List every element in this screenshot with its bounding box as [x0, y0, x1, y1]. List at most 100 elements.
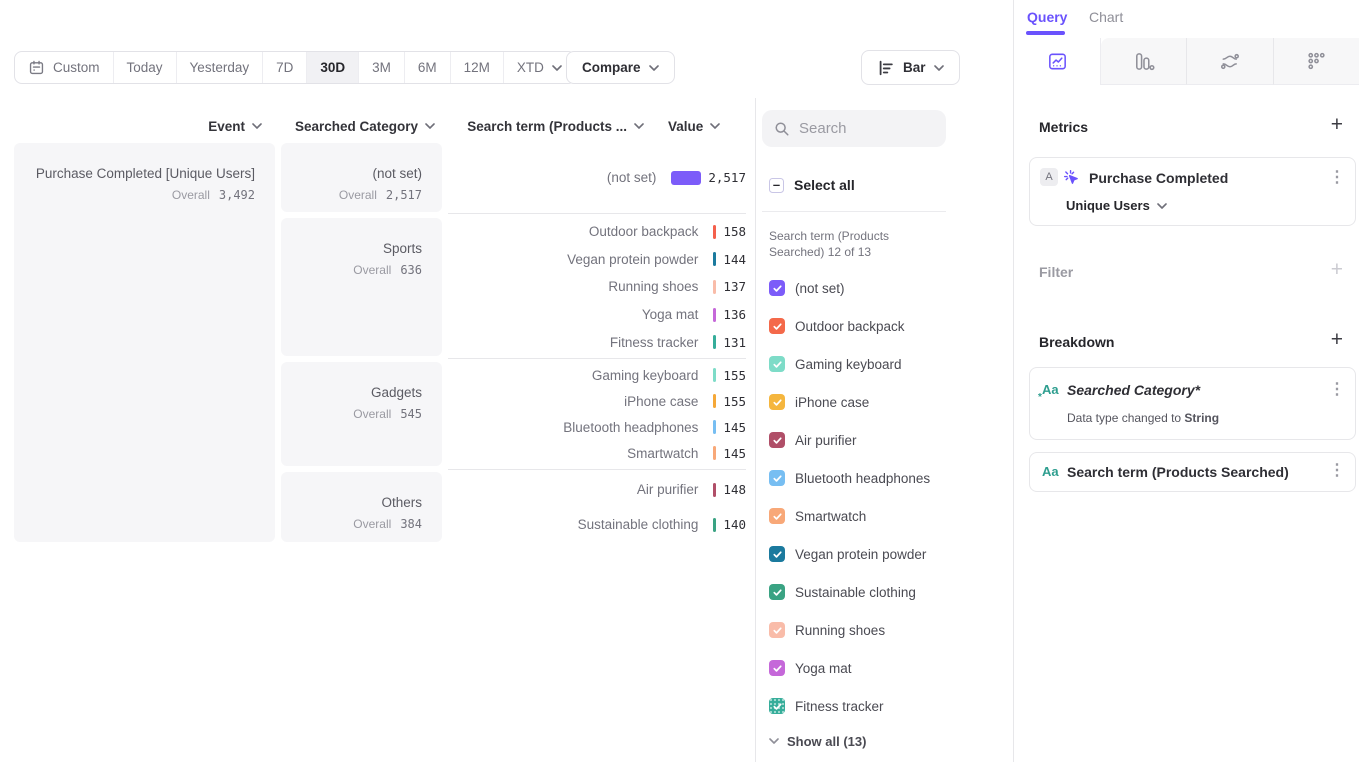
table-row[interactable]: Bluetooth headphones 145 — [448, 417, 746, 437]
search-term-label: Outdoor backpack — [448, 224, 713, 239]
table-row[interactable]: Smartwatch 145 — [448, 443, 746, 463]
group-divider — [448, 358, 746, 359]
add-breakdown-button[interactable]: + — [1331, 329, 1343, 350]
legend-item[interactable]: Smartwatch — [762, 497, 1006, 535]
checkbox[interactable] — [769, 508, 785, 524]
legend-item[interactable]: Fitness tracker — [762, 687, 1006, 725]
select-all-label: Select all — [794, 177, 855, 193]
metric-card[interactable]: A Purchase Completed ⋮ Unique Users — [1029, 157, 1356, 226]
aggregation-dropdown[interactable]: Unique Users — [1066, 198, 1167, 213]
metric-event-name: Purchase Completed — [1089, 170, 1228, 186]
legend-divider — [762, 211, 946, 212]
date-range-picker: Custom Today Yesterday 7D 30D 3M 6M 12M … — [14, 51, 576, 84]
legend-item[interactable]: Bluetooth headphones — [762, 459, 1006, 497]
search-term-label: Gaming keyboard — [448, 368, 713, 383]
chart-type-button[interactable]: Bar — [861, 50, 960, 85]
date-range-12m[interactable]: 12M — [450, 52, 503, 83]
checkbox[interactable] — [769, 622, 785, 638]
tab-insights[interactable] — [1014, 38, 1101, 85]
insights-icon — [1046, 50, 1069, 73]
add-metric-button[interactable]: + — [1331, 114, 1343, 135]
checkbox[interactable] — [769, 546, 785, 562]
kebab-menu-icon[interactable]: ⋮ — [1329, 382, 1345, 398]
table-row[interactable]: Running shoes 137 — [448, 277, 746, 297]
date-range-30d[interactable]: 30D — [306, 52, 358, 83]
legend-item[interactable]: Gaming keyboard — [762, 345, 1006, 383]
table-row[interactable]: iPhone case 155 — [448, 391, 746, 411]
date-range-yesterday[interactable]: Yesterday — [176, 52, 263, 83]
column-header-searched-category[interactable]: Searched Category — [281, 117, 435, 135]
column-header-value[interactable]: Value — [668, 117, 738, 135]
checkbox[interactable] — [769, 698, 785, 714]
date-range-custom[interactable]: Custom — [15, 52, 113, 83]
checkbox[interactable] — [769, 660, 785, 676]
column-header-search-term[interactable]: Search term (Products ... — [448, 117, 644, 135]
tab-chart[interactable]: Chart — [1089, 9, 1123, 25]
checkbox[interactable] — [769, 432, 785, 448]
kebab-menu-icon[interactable]: ⋮ — [1329, 170, 1345, 186]
tab-query[interactable]: Query — [1027, 9, 1067, 25]
legend-item[interactable]: Outdoor backpack — [762, 307, 1006, 345]
breakdown-heading: Breakdown — [1039, 334, 1114, 350]
flows-icon — [1218, 50, 1241, 73]
legend-item[interactable]: Running shoes — [762, 611, 1006, 649]
legend-item[interactable]: (not set) — [762, 269, 1006, 307]
event-name: Purchase Completed [Unique Users] — [14, 166, 255, 181]
table-row[interactable]: Yoga mat 136 — [448, 305, 746, 325]
series-badge: A — [1040, 168, 1058, 186]
add-filter-button[interactable]: + — [1331, 259, 1343, 280]
table-row[interactable]: Gaming keyboard 155 — [448, 365, 746, 385]
search-term-label: Smartwatch — [448, 446, 713, 461]
table-row[interactable]: (not set) 2,517 — [448, 168, 746, 188]
checkbox[interactable] — [769, 470, 785, 486]
chevron-down-icon — [649, 65, 659, 71]
show-all-button[interactable]: Show all (13) — [769, 733, 866, 749]
value-bar — [713, 483, 716, 497]
select-all-row[interactable]: – Select all — [762, 176, 855, 194]
table-row[interactable]: Outdoor backpack 158 — [448, 222, 746, 242]
date-range-xtd[interactable]: XTD — [503, 52, 575, 83]
table-row[interactable]: Fitness tracker 131 — [448, 332, 746, 352]
tab-funnels[interactable] — [1101, 38, 1186, 85]
checkbox[interactable] — [769, 356, 785, 372]
legend-item[interactable]: Vegan protein powder — [762, 535, 1006, 573]
compare-button[interactable]: Compare — [566, 51, 675, 84]
table-row[interactable]: Sustainable clothing 140 — [448, 515, 746, 535]
value-bar — [713, 394, 716, 408]
kebab-menu-icon[interactable]: ⋮ — [1329, 463, 1345, 479]
check-icon — [772, 587, 783, 598]
date-range-7d[interactable]: 7D — [262, 52, 306, 83]
chevron-down-icon — [934, 65, 944, 71]
table-row[interactable]: Air purifier 148 — [448, 480, 746, 500]
legend-title: Search term (Products Searched) 12 of 13 — [769, 228, 931, 260]
breakdown-card[interactable]: Aa Search term (Products Searched) ⋮ — [1029, 452, 1356, 492]
metrics-heading: Metrics — [1039, 119, 1088, 135]
date-range-6m[interactable]: 6M — [404, 52, 450, 83]
checkbox[interactable] — [769, 318, 785, 334]
column-header-event[interactable]: Event — [14, 117, 262, 135]
checkbox[interactable] — [769, 280, 785, 296]
legend-item[interactable]: Air purifier — [762, 421, 1006, 459]
date-range-today[interactable]: Today — [113, 52, 176, 83]
tab-retention[interactable] — [1273, 38, 1359, 85]
checkbox[interactable] — [769, 394, 785, 410]
checkbox[interactable] — [769, 584, 785, 600]
retention-icon — [1305, 50, 1328, 73]
search-term-label: Running shoes — [448, 279, 713, 294]
event-cell: Purchase Completed [Unique Users] Overal… — [14, 143, 275, 542]
legend-item[interactable]: Yoga mat — [762, 649, 1006, 687]
breakdown-card[interactable]: Aa * Searched Category* ⋮ Data type chan… — [1029, 367, 1356, 440]
category-name: Sports — [281, 241, 422, 256]
tab-flows[interactable] — [1186, 38, 1272, 85]
legend-item[interactable]: Sustainable clothing — [762, 573, 1006, 611]
category-cell: Gadgets Overall545 — [281, 362, 442, 466]
date-range-label: Custom — [53, 60, 100, 75]
table-row[interactable]: Vegan protein powder 144 — [448, 249, 746, 269]
search-input[interactable] — [799, 120, 929, 137]
select-all-checkbox[interactable]: – — [769, 178, 784, 193]
category-cell: Sports Overall636 — [281, 218, 442, 356]
legend-item[interactable]: iPhone case — [762, 383, 1006, 421]
value-bar — [713, 252, 716, 266]
category-name: Gadgets — [281, 385, 422, 400]
date-range-3m[interactable]: 3M — [358, 52, 404, 83]
